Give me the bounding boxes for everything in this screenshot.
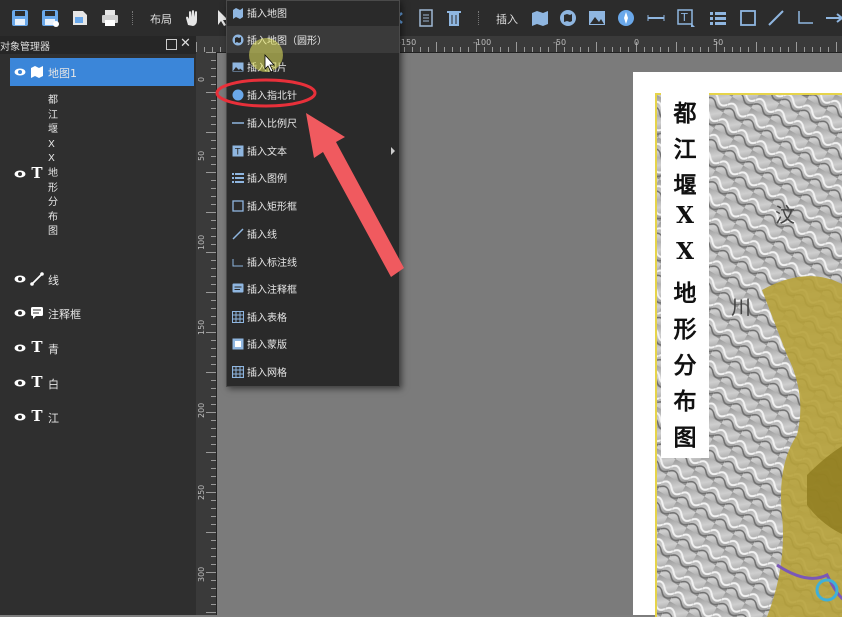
pointer-arrow — [306, 113, 404, 277]
highlight-ring — [215, 78, 317, 108]
tutorial-annotation-overlay — [215, 38, 404, 277]
